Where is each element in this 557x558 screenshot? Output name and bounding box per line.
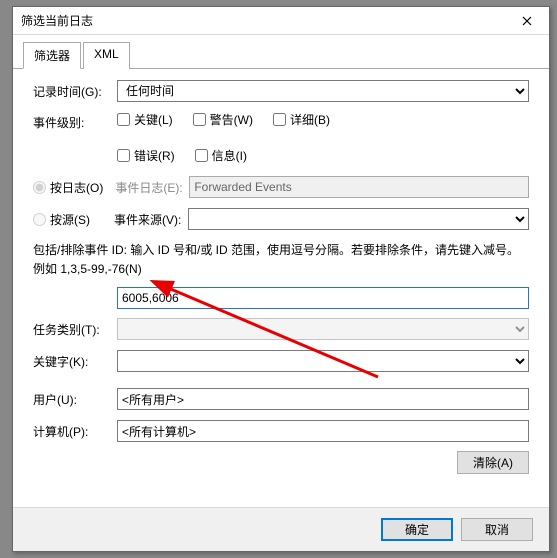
dialog-content: 记录时间(G): 任何时间 事件级别: 关键(L) 警告(W) 详细(B) 错误…: [13, 69, 549, 484]
chk-warning[interactable]: [193, 113, 206, 126]
computer-label: 计算机(P):: [33, 423, 117, 440]
logged-select[interactable]: 任何时间: [117, 80, 529, 102]
radio-bylog: [33, 181, 46, 194]
tab-bar: 筛选器 XML: [13, 35, 549, 69]
lbl-bylog: 按日志(O): [50, 179, 103, 196]
close-icon: [522, 16, 532, 26]
eventid-input[interactable]: [117, 287, 529, 309]
lbl-bysource: 按源(S): [50, 211, 90, 228]
dialog-title: 筛选当前日志: [21, 12, 93, 29]
logged-label: 记录时间(G):: [33, 83, 117, 100]
clear-button[interactable]: 清除(A): [457, 451, 529, 474]
lbl-error: 错误(R): [134, 147, 175, 164]
ok-button[interactable]: 确定: [381, 518, 453, 541]
eventlog-label: 事件日志(E):: [115, 179, 189, 196]
eventsource-select[interactable]: [188, 208, 529, 230]
titlebar: 筛选当前日志: [13, 7, 549, 35]
chk-info[interactable]: [195, 149, 208, 162]
dialog-footer: 确定 取消: [13, 507, 549, 551]
chk-critical[interactable]: [117, 113, 130, 126]
user-input[interactable]: [117, 388, 529, 410]
close-button[interactable]: [505, 7, 549, 34]
lbl-verbose: 详细(B): [290, 111, 330, 128]
tab-xml[interactable]: XML: [83, 42, 130, 69]
lbl-critical: 关键(L): [134, 111, 173, 128]
lbl-warning: 警告(W): [210, 111, 253, 128]
cancel-button[interactable]: 取消: [461, 518, 533, 541]
keyword-select[interactable]: [117, 350, 529, 372]
task-select: [117, 318, 529, 340]
lbl-info: 信息(I): [212, 147, 247, 164]
help-text: 包括/排除事件 ID: 输入 ID 号和/或 ID 范围，使用逗号分隔。若要排除…: [33, 241, 529, 279]
computer-input[interactable]: [117, 420, 529, 442]
tab-filter[interactable]: 筛选器: [23, 42, 81, 69]
filter-dialog: 筛选当前日志 筛选器 XML 记录时间(G): 任何时间 事件级别: 关键(L)…: [12, 6, 550, 552]
radio-bysource: [33, 213, 46, 226]
keyword-label: 关键字(K):: [33, 353, 117, 370]
eventsource-label: 事件来源(V):: [114, 211, 188, 228]
user-label: 用户(U):: [33, 391, 117, 408]
eventlog-field: [189, 176, 529, 198]
chk-error[interactable]: [117, 149, 130, 162]
chk-verbose[interactable]: [273, 113, 286, 126]
level-label: 事件级别:: [33, 111, 117, 131]
task-label: 任务类别(T):: [33, 321, 117, 338]
